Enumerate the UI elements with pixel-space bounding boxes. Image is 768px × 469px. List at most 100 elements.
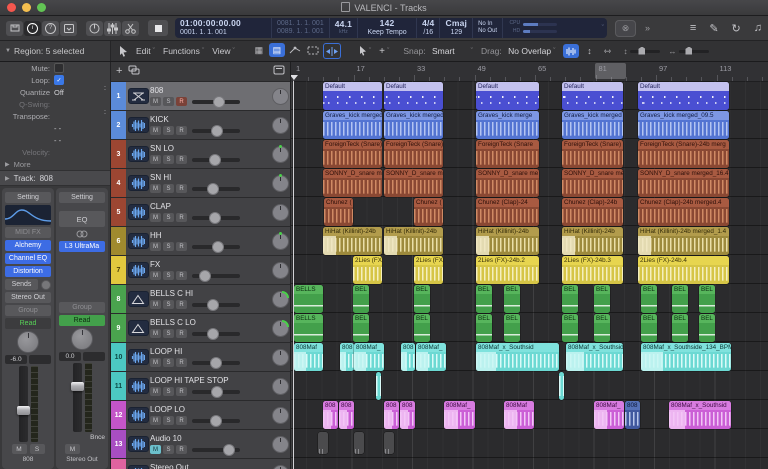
sends-slot[interactable]: Sends [5,279,38,290]
track-header-audio-10[interactable]: 13Audio 10MSR [111,430,290,459]
edit-menu[interactable]: Editˇ [136,46,155,56]
region-bel[interactable]: BEL [476,314,492,342]
region-bel[interactable]: BEL [353,314,369,342]
region-parameter-row[interactable]: Velocity: [0,146,110,158]
region-sonny-d-snare-me[interactable]: SONNY_D_snare me [323,169,382,197]
region-bel[interactable]: BEL [641,285,657,313]
region-808[interactable]: 808 [323,401,338,429]
slider-thumb[interactable] [209,154,221,166]
mute-button[interactable]: M [150,184,161,193]
grid-view-icon[interactable]: ▦ [251,43,267,57]
bar-ruler[interactable]: 1173349658197113 [291,62,768,82]
slider-thumb[interactable] [223,444,235,456]
region-bel[interactable]: BEL [562,314,578,342]
region-bel[interactable]: BEL [641,314,657,342]
eq-slot[interactable]: EQ [59,211,105,227]
record-enable-button[interactable]: R [176,97,187,106]
automation-icon[interactable] [287,43,303,57]
region-bel[interactable]: BEL [353,285,369,313]
eq-thumbnail[interactable] [5,205,51,225]
solo-button[interactable]: S [163,213,174,222]
region-inspector-header[interactable]: ▼ Region: 5 selected [0,41,111,61]
add-track-button[interactable]: + [116,66,122,77]
region-808maf-[interactable]: 808Maf_ [444,401,475,429]
track-header-loop-hi[interactable]: 10LOOP HIMSR [111,343,290,372]
region-hihat-killinit-24b[interactable]: HiHat (Killinit)-24b [323,227,382,255]
view-menu[interactable]: Viewˇ [212,46,235,56]
region-default[interactable]: Default [384,82,443,110]
region-bel[interactable]: BEL [414,285,430,313]
record-enable-button[interactable]: R [176,213,187,222]
slider-thumb[interactable] [207,299,219,311]
mute-button[interactable]: M [150,271,161,280]
vertical-zoom-slider[interactable]: ↕ [623,47,660,56]
pan-knob[interactable] [272,320,289,337]
pan-knob[interactable] [272,407,289,424]
lcd-sample-rate[interactable]: 44.1 kHz [330,18,358,38]
track-header-loop-lo[interactable]: 12LOOP LOMSR [111,401,290,430]
track-volume-slider[interactable] [192,187,240,191]
solo-button[interactable]: S [30,444,45,454]
zoom-slider-thumb[interactable] [685,47,692,55]
slider-thumb[interactable] [209,212,221,224]
zoom-slider-thumb[interactable] [638,47,645,55]
region-graves-kick-merged[interactable]: Graves_kick merged [323,111,382,139]
slider-thumb[interactable] [213,96,225,108]
parameter-checkbox[interactable] [54,63,64,73]
region-foreignteck-snare-[interactable]: ForeignTeck (Snare) [562,140,623,168]
library-button[interactable] [6,21,23,36]
track-inspector-header[interactable]: ▶Track:808 [0,170,110,186]
slider-thumb[interactable] [211,125,223,137]
peak-value[interactable] [83,352,105,361]
mute-button[interactable]: M [150,445,161,454]
region-bel[interactable]: BEL [562,285,578,313]
region-gray[interactable] [384,432,394,454]
pan-knob[interactable] [272,349,289,366]
slider-thumb[interactable] [211,386,223,398]
solo-button[interactable]: S [163,416,174,425]
lcd-locators[interactable]: 0081. 1. 1. 001 0089. 1. 1. 001 [272,18,330,38]
left-click-tool-menu[interactable]: ˇ [359,46,371,56]
stepper-icon[interactable]: ˆˇ [104,113,106,119]
mute-button[interactable]: M [65,444,80,454]
slider-thumb[interactable] [210,415,222,427]
pan-knob[interactable] [272,88,289,105]
solo-button[interactable]: S [163,445,174,454]
volume-fader[interactable] [19,366,28,442]
region-bel[interactable]: BEL [476,285,492,313]
parameter-value[interactable]: Off [54,88,64,97]
region-808maf-[interactable]: 808Maf_ [354,343,384,371]
lcd-tempo[interactable]: 142 Keep Tempo [358,18,417,38]
lcd-time-signature[interactable]: 4/4 /16 [417,18,440,38]
solo-button[interactable]: S [163,300,174,309]
audio-fx-slot-2[interactable]: Distortion [5,266,51,277]
solo-button[interactable]: S [163,97,174,106]
stop-button[interactable] [148,20,168,36]
record-enable-button[interactable]: R [176,329,187,338]
region-808[interactable]: 808 [625,401,640,429]
track-header-808[interactable]: 1808MSR [111,82,290,111]
track-header-kick[interactable]: 2KICKMSR [111,111,290,140]
track-header-loop-hi-tape-stop[interactable]: 11LOOP HI TAPE STOPMSR [111,372,290,401]
track-volume-slider[interactable] [192,129,240,133]
solo-button[interactable]: S [163,329,174,338]
plugin-bypass-icon[interactable] [59,229,105,239]
track-volume-slider[interactable] [192,100,240,104]
region-hihat-killinit-24b[interactable]: HiHat (Killinit)-24b [384,227,443,255]
region-chunez-[interactable]: Chunez ( [324,198,353,226]
region-bel[interactable]: BEL [594,285,610,313]
region-hihat-killinit-24b[interactable]: HiHat (Killinit)-24b [562,227,623,255]
region-bel[interactable]: BEL [672,285,688,313]
region-bells[interactable]: BELLS [294,285,323,313]
record-enable-button[interactable]: R [176,387,187,396]
track-header-sn-hi[interactable]: 4SN HIMSR [111,169,290,198]
region-foreignteck-snare-[interactable]: ForeignTeck (Snare) [323,140,382,168]
solo-button[interactable]: S [163,387,174,396]
master-mute-button[interactable]: ⊗ [615,20,636,37]
track-header-bells-c-lo[interactable]: 9BELLS C LOMSR [111,314,290,343]
snap-menu[interactable]: Snap: Smartˇ [403,46,473,56]
pan-knob[interactable] [272,146,289,163]
lcd-midi-io[interactable]: No In No Out [473,18,503,38]
mute-button[interactable]: M [150,300,161,309]
group-slot[interactable]: Group [59,302,105,313]
